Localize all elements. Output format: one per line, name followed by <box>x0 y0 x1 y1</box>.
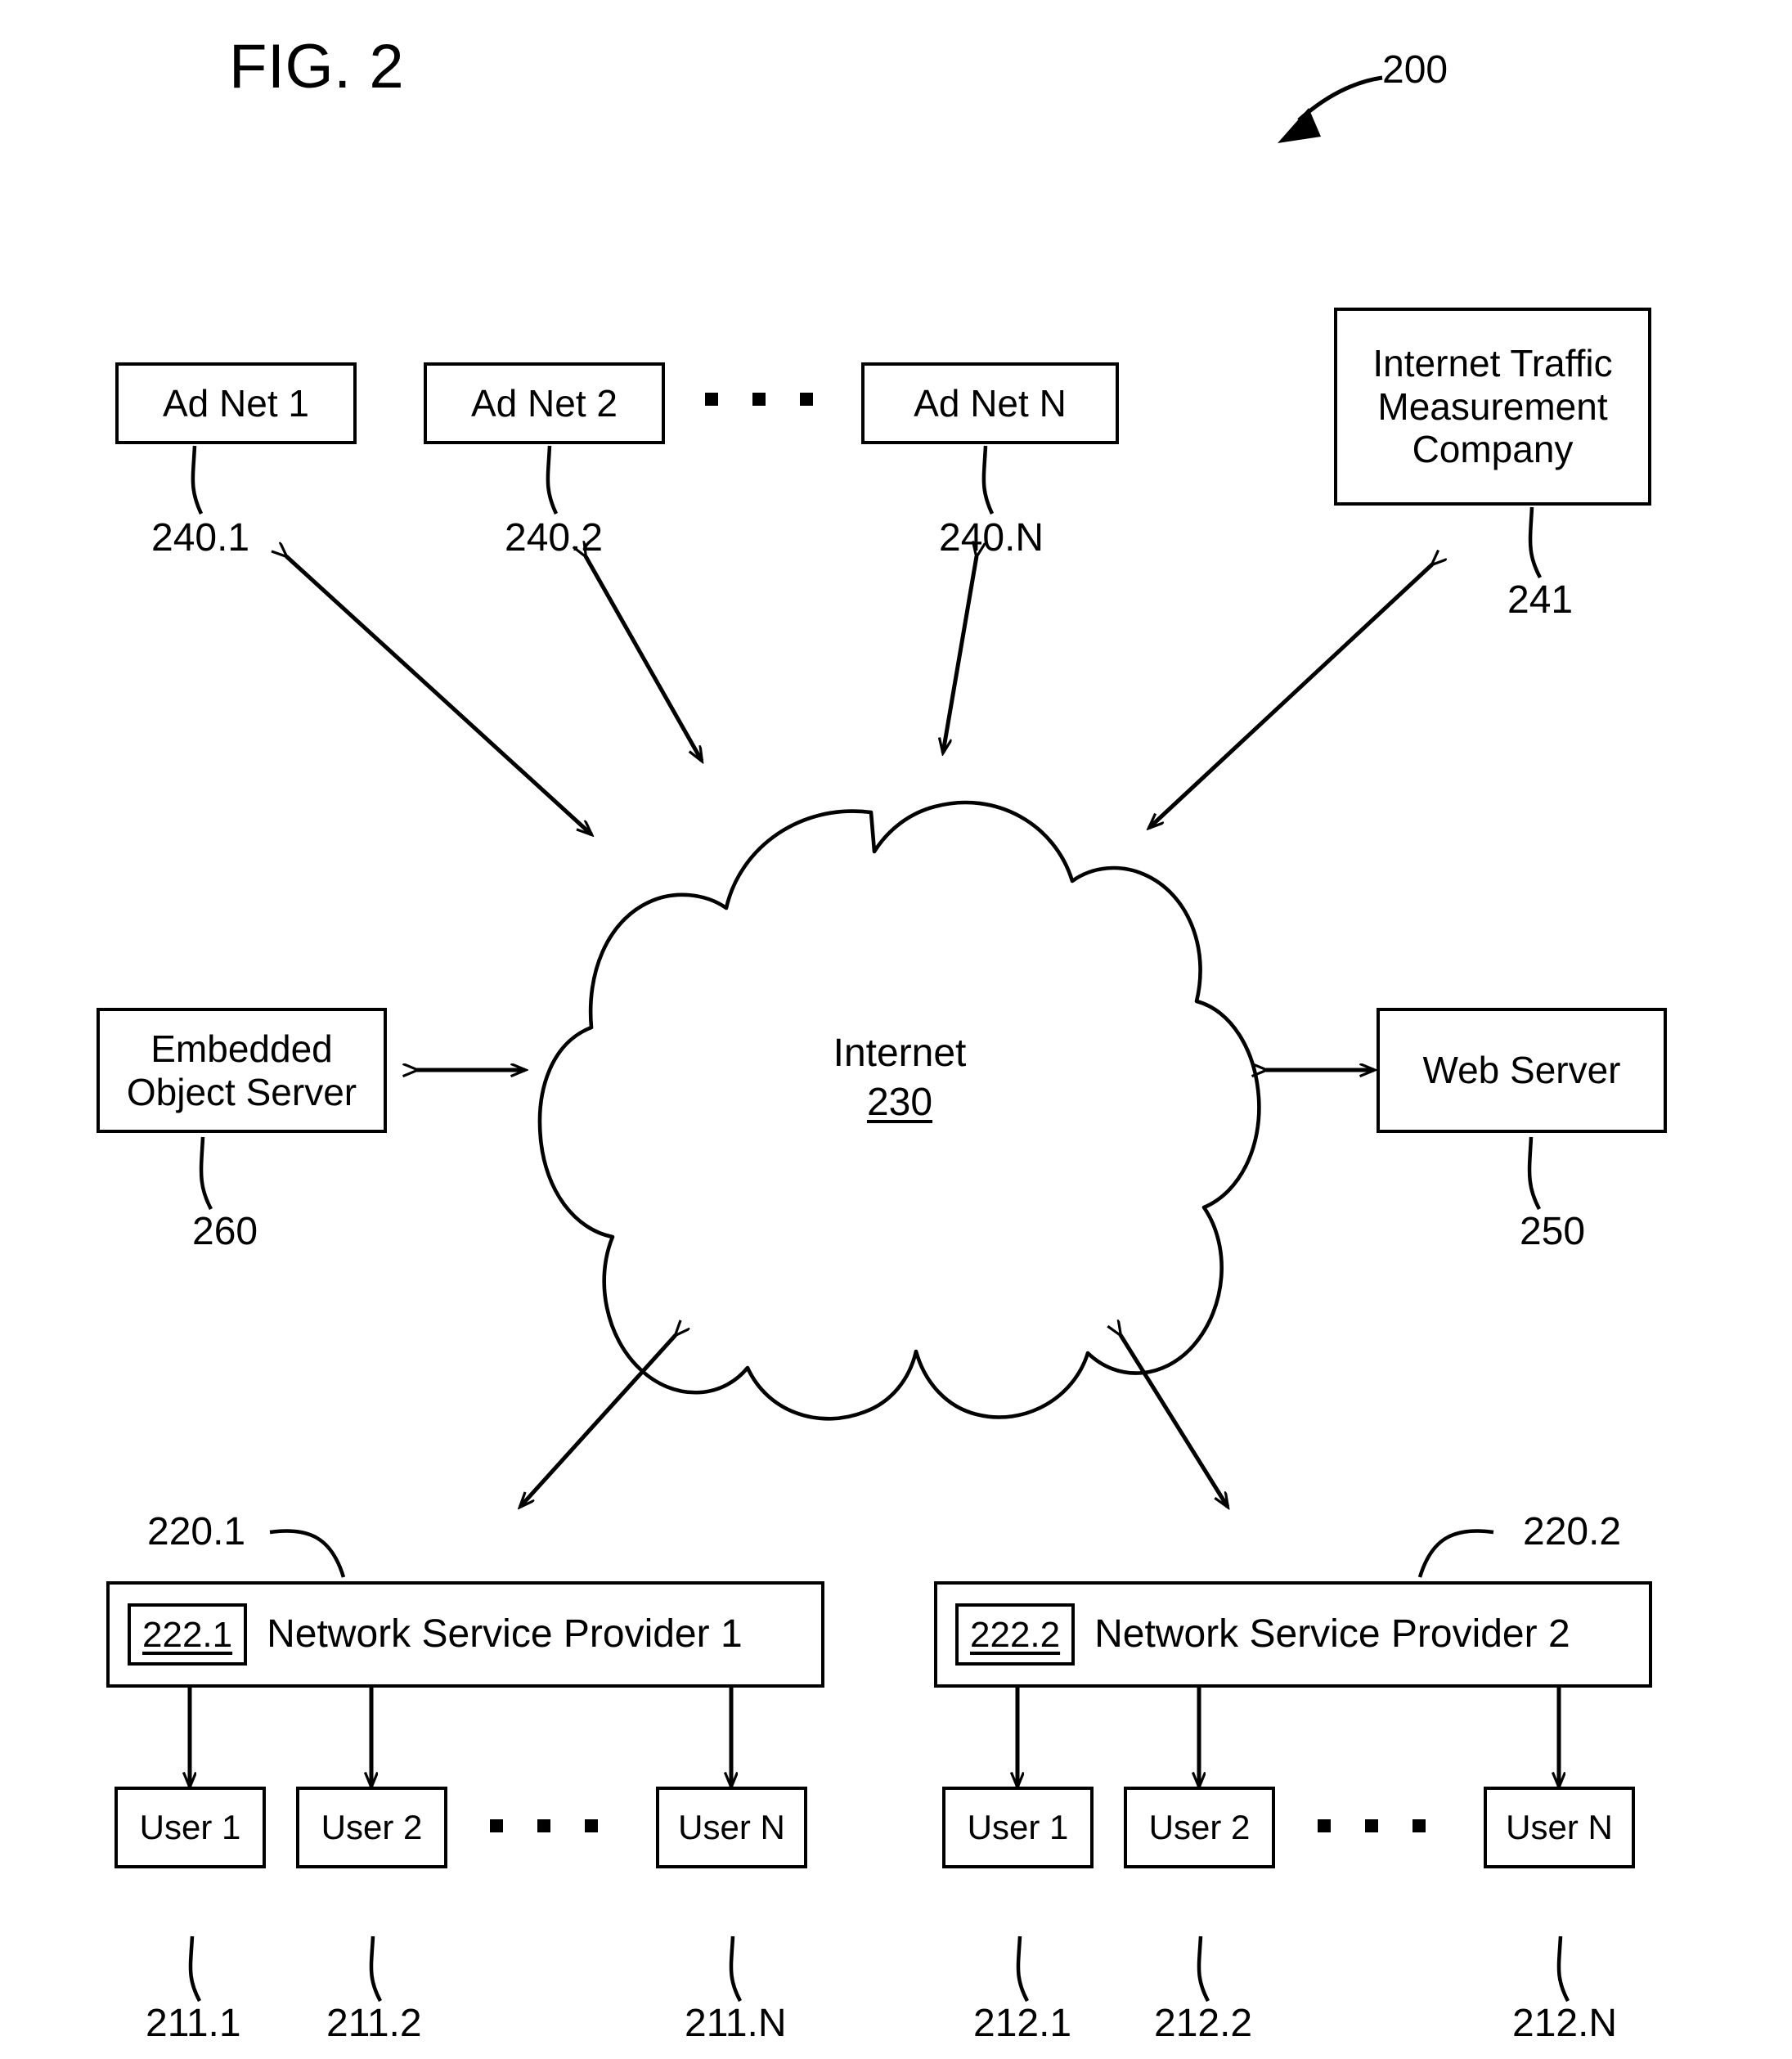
ellipsis-dot <box>585 1819 598 1832</box>
internet-cloud-text: Internet 230 <box>769 1029 1031 1127</box>
reference-leader-lines <box>188 445 1570 2003</box>
embedded-object-server-ref: 260 <box>192 1210 258 1253</box>
nsp1-user-n-box[interactable]: User N <box>656 1787 807 1868</box>
ad-net-2-ref: 240.2 <box>505 516 604 560</box>
system-ref-leader <box>1278 75 1383 143</box>
nsp2-user-n-box[interactable]: User N <box>1484 1787 1635 1868</box>
nsp1-ref: 220.1 <box>147 1510 246 1553</box>
nsp1-user-n-label: User N <box>678 1808 785 1847</box>
arrow-adnet2-internet <box>586 556 702 761</box>
nsp1-user-n-ref: 211.N <box>685 2002 787 2045</box>
nsp2-user-n-ref: 212.N <box>1512 2002 1618 2045</box>
ellipsis-dot <box>752 393 766 406</box>
itmc-ref: 241 <box>1507 578 1574 622</box>
ellipsis-dot <box>800 393 813 406</box>
embedded-object-server-line2: Object Server <box>126 1070 357 1113</box>
system-reference-number: 200 <box>1382 48 1448 92</box>
arrow-adnet1-internet <box>286 556 591 834</box>
nsp2-user-1-ref: 212.1 <box>973 2002 1072 2045</box>
nsp1-user-1-box[interactable]: User 1 <box>115 1787 266 1868</box>
web-server-label: Web Server <box>1422 1049 1621 1092</box>
nsp2-user-1-label: User 1 <box>967 1808 1069 1847</box>
nsp2-label: Network Service Provider 2 <box>1094 1612 1570 1656</box>
patent-figure: FIG. 2 200 Ad Net 1 240.1 Ad Net 2 240.2… <box>0 0 1792 2059</box>
internet-cloud-ref: 230 <box>866 1081 933 1124</box>
nsp2-user-n-label: User N <box>1506 1808 1613 1847</box>
arrow-internet-nsp2 <box>1121 1335 1228 1507</box>
nsp1-user-ellipsis <box>490 1819 598 1832</box>
nsp2-user-ellipsis <box>1318 1819 1426 1832</box>
nsp2-user-2-ref: 212.2 <box>1154 2002 1253 2045</box>
embedded-object-server-box[interactable]: Embedded Object Server <box>97 1008 387 1133</box>
internet-traffic-measurement-company-box[interactable]: Internet Traffic Measurement Company <box>1334 308 1651 506</box>
ellipsis-dot <box>705 393 718 406</box>
nsp2-user-2-label: User 2 <box>1148 1808 1251 1847</box>
ad-net-1-box[interactable]: Ad Net 1 <box>115 362 357 444</box>
web-server-ref: 250 <box>1520 1210 1586 1253</box>
network-service-provider-2-box[interactable]: 222.2 Network Service Provider 2 <box>934 1581 1652 1688</box>
itmc-label-line1: Internet Traffic <box>1372 342 1613 385</box>
embedded-object-server-line1: Embedded <box>150 1027 333 1071</box>
nsp2-ref: 220.2 <box>1523 1510 1622 1553</box>
ellipsis-dot <box>1412 1819 1426 1832</box>
nsp2-user-2-box[interactable]: User 2 <box>1124 1787 1275 1868</box>
web-server-box[interactable]: Web Server <box>1377 1008 1667 1133</box>
ad-net-2-box[interactable]: Ad Net 2 <box>424 362 665 444</box>
itmc-label-line2: Measurement <box>1377 384 1608 428</box>
ad-net-1-ref: 240.1 <box>151 516 250 560</box>
ad-net-n-ref: 240.N <box>939 516 1044 560</box>
ad-net-ellipsis <box>705 393 813 406</box>
nsp1-user-2-ref: 211.2 <box>326 2002 422 2045</box>
internet-cloud-label: Internet <box>833 1032 967 1075</box>
ellipsis-dot <box>1365 1819 1378 1832</box>
nsp1-user-2-label: User 2 <box>321 1808 423 1847</box>
nsp2-user-1-box[interactable]: User 1 <box>942 1787 1094 1868</box>
ellipsis-dot <box>490 1819 503 1832</box>
ad-net-1-label: Ad Net 1 <box>163 381 309 425</box>
ad-net-n-label: Ad Net N <box>914 381 1067 425</box>
figure-title: FIG. 2 <box>229 32 405 101</box>
nsp1-user-2-box[interactable]: User 2 <box>296 1787 447 1868</box>
nsp1-user-1-label: User 1 <box>139 1808 241 1847</box>
network-service-provider-1-box[interactable]: 222.1 Network Service Provider 1 <box>106 1581 824 1688</box>
arrow-adnetN-internet <box>943 556 977 753</box>
itmc-label-line3: Company <box>1412 428 1574 471</box>
arrow-itmc-internet <box>1149 564 1432 828</box>
nsp1-label: Network Service Provider 1 <box>267 1612 743 1656</box>
ellipsis-dot <box>1318 1819 1331 1832</box>
ellipsis-dot <box>537 1819 550 1832</box>
ad-net-n-box[interactable]: Ad Net N <box>861 362 1119 444</box>
nsp2-inner-ref: 222.2 <box>955 1603 1076 1666</box>
nsp1-user-1-ref: 211.1 <box>146 2002 241 2045</box>
arrow-internet-nsp1 <box>520 1335 676 1507</box>
nsp1-inner-ref: 222.1 <box>128 1603 248 1666</box>
ad-net-2-label: Ad Net 2 <box>471 381 618 425</box>
